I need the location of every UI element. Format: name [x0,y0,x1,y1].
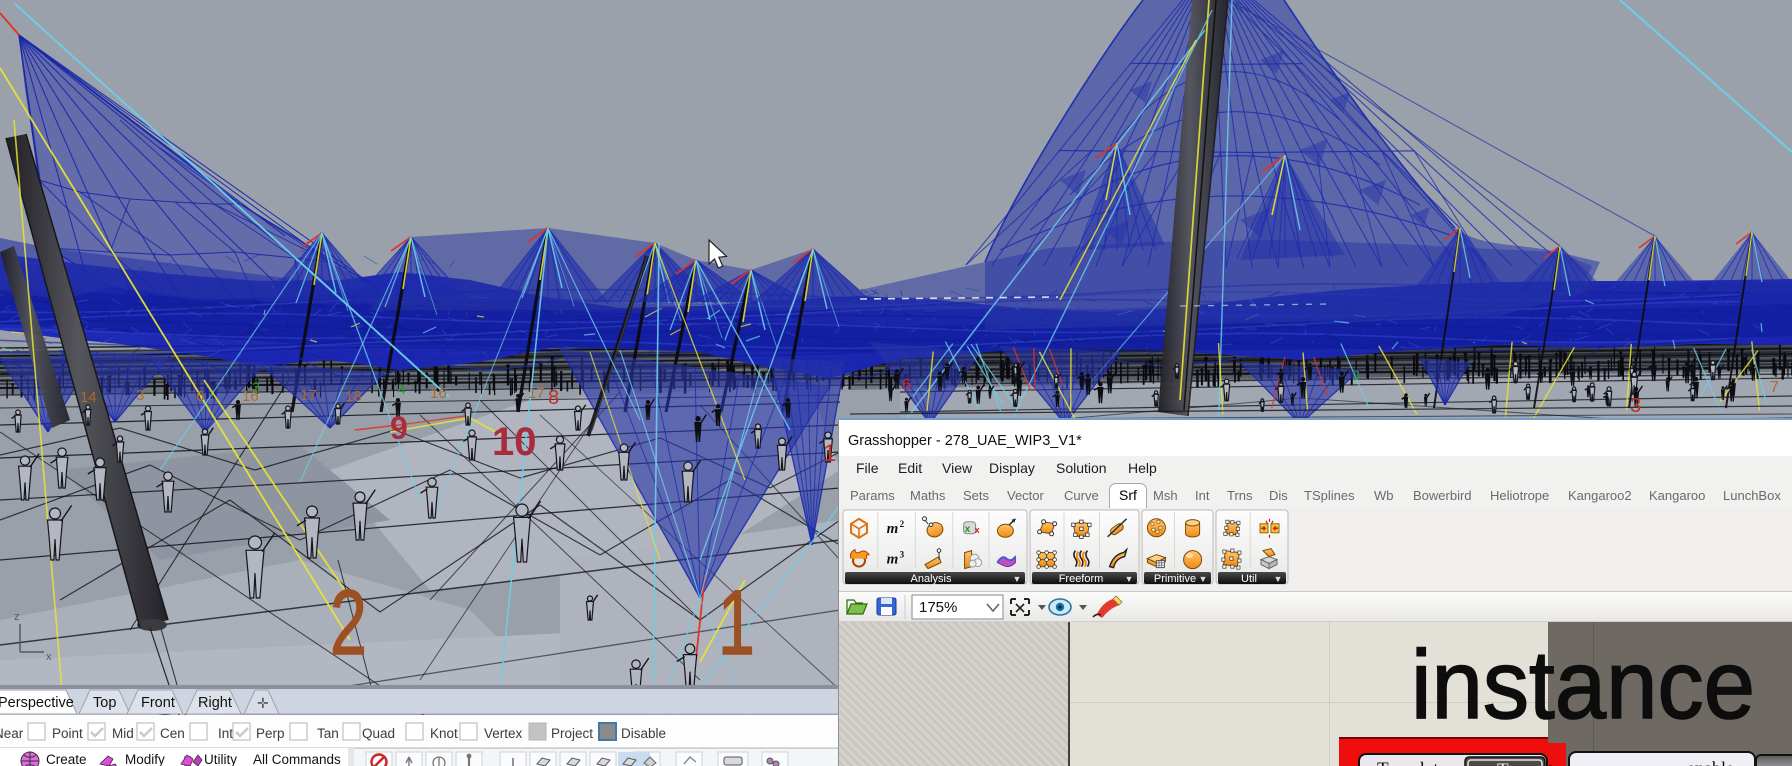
svg-text:Tan: Tan [317,726,339,741]
svg-text:9: 9 [390,410,408,446]
svg-text:Analysis: Analysis [911,573,952,585]
svg-text:6: 6 [902,375,911,394]
svg-text:16: 16 [430,385,447,402]
svg-text:Freeform: Freeform [1059,573,1104,585]
svg-text:Cen: Cen [160,726,185,741]
svg-text:Util: Util [1241,573,1257,585]
svg-text:Top: Top [93,695,116,711]
svg-text:x: x [965,524,971,535]
svg-text:x: x [46,651,52,663]
svg-text:m: m [887,521,899,537]
svg-text:175%: 175% [919,599,957,616]
svg-text:Create: Create [46,752,87,766]
svg-text:All Commands: All Commands [253,752,341,766]
svg-text:z: z [14,611,20,623]
svg-text:Project: Project [551,726,593,741]
svg-text:Front: Front [141,695,175,711]
svg-text:m: m [887,552,899,568]
svg-text:Point: Point [52,726,83,741]
svg-text:2: 2 [900,519,905,529]
svg-text:▼: ▼ [1274,574,1283,584]
svg-text:Vertex: Vertex [484,726,523,741]
svg-text:Translate: Translate [1377,759,1447,766]
svg-text:1: 1 [823,440,836,467]
svg-text:Primitive: Primitive [1154,573,1196,585]
svg-text:Utility: Utility [204,752,237,766]
svg-text:▼: ▼ [1013,574,1022,584]
svg-text:4: 4 [398,381,406,397]
svg-text:Mid: Mid [112,726,134,741]
svg-text:2: 2 [1352,367,1360,383]
svg-text:7: 7 [1770,379,1779,396]
svg-text:T: T [1497,760,1509,766]
svg-text:▼: ▼ [1199,574,1208,584]
svg-text:Quad: Quad [362,726,395,741]
svg-text:✛: ✛ [257,695,269,711]
svg-text:Near: Near [0,726,24,741]
svg-text:instance: instance [1411,630,1755,739]
svg-text:14: 14 [80,389,97,406]
svg-text:3: 3 [252,379,260,395]
svg-text:3: 3 [1630,395,1641,417]
svg-text:Int: Int [218,726,233,741]
svg-text:18: 18 [345,388,362,405]
svg-text:Knot: Knot [430,726,458,741]
svg-text:x: x [975,525,980,535]
svg-text:2: 2 [330,570,367,673]
svg-text:6: 6 [196,388,204,405]
svg-text:Perp: Perp [256,726,285,741]
svg-text:3: 3 [136,387,144,404]
svg-text:Disable: Disable [621,726,666,741]
svg-text:3: 3 [900,550,905,560]
svg-text:1: 1 [718,570,755,673]
svg-text:Right: Right [198,695,232,711]
svg-text:▼: ▼ [1125,574,1134,584]
svg-text:enable: enable [1687,758,1734,766]
svg-text:17: 17 [300,387,317,404]
svg-text:Perspective: Perspective [0,695,74,711]
svg-text:17: 17 [528,385,545,402]
svg-text:10: 10 [492,420,537,464]
svg-text:Modify: Modify [125,752,165,766]
svg-text:8: 8 [548,387,559,409]
